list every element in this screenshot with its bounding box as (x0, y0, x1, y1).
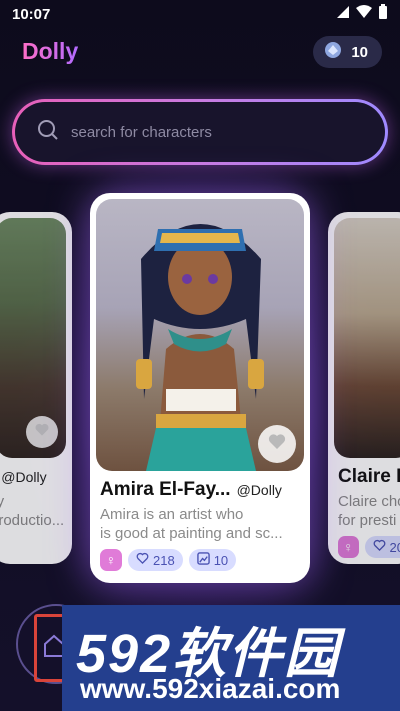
character-name: Amira El-Fay... (100, 479, 231, 500)
search-input[interactable] (71, 123, 351, 141)
status-time: 10:07 (12, 5, 51, 23)
credits-badge[interactable]: 10 (313, 36, 382, 68)
creator-handle: @Dolly (236, 482, 282, 498)
character-card-left[interactable]: . @Dolly ily productio... (0, 212, 72, 564)
favorite-button[interactable] (26, 416, 58, 448)
images-count: 10 (213, 552, 229, 568)
likes-badge: 20 (364, 536, 400, 558)
character-card-center[interactable]: Amira El-Fay... @Dolly Amira is an artis… (90, 193, 310, 583)
watermark-url: www.592xiazai.com (80, 673, 341, 704)
watermark-overlay: 592软件园 www.592xiazai.com (62, 605, 400, 711)
creator-handle: @Dolly (1, 469, 47, 485)
credits-count: 10 (351, 43, 368, 61)
character-card-right[interactable]: Claire I Claire cho for presti ♀ 20 (328, 212, 400, 564)
likes-count: 20 (389, 539, 400, 555)
character-description: Claire cho for presti (338, 493, 400, 529)
character-image (334, 218, 400, 458)
likes-badge: 218 (128, 549, 183, 571)
favorite-button[interactable] (258, 425, 296, 463)
character-image (96, 199, 304, 471)
female-icon: ♀ (100, 549, 122, 571)
character-description: ily productio... (0, 493, 65, 529)
battery-icon (378, 4, 388, 24)
wifi-icon (356, 5, 372, 23)
status-bar: 10:07 (0, 0, 400, 28)
gem-icon (323, 40, 343, 64)
search-icon (37, 119, 59, 146)
heart-icon (136, 552, 149, 568)
character-name: Claire I (338, 466, 400, 487)
signal-icon (336, 5, 350, 23)
heart-icon (373, 539, 386, 555)
heart-icon (34, 422, 50, 443)
likes-count: 218 (153, 552, 175, 568)
search-bar[interactable] (12, 99, 388, 165)
image-icon (196, 552, 210, 568)
female-icon: ♀ (338, 536, 359, 558)
character-image (0, 218, 66, 458)
images-badge: 10 (188, 549, 237, 571)
character-description: Amira is an artist who is good at painti… (100, 506, 283, 542)
heart-icon (267, 432, 287, 457)
app-logo: Dolly (22, 38, 79, 64)
